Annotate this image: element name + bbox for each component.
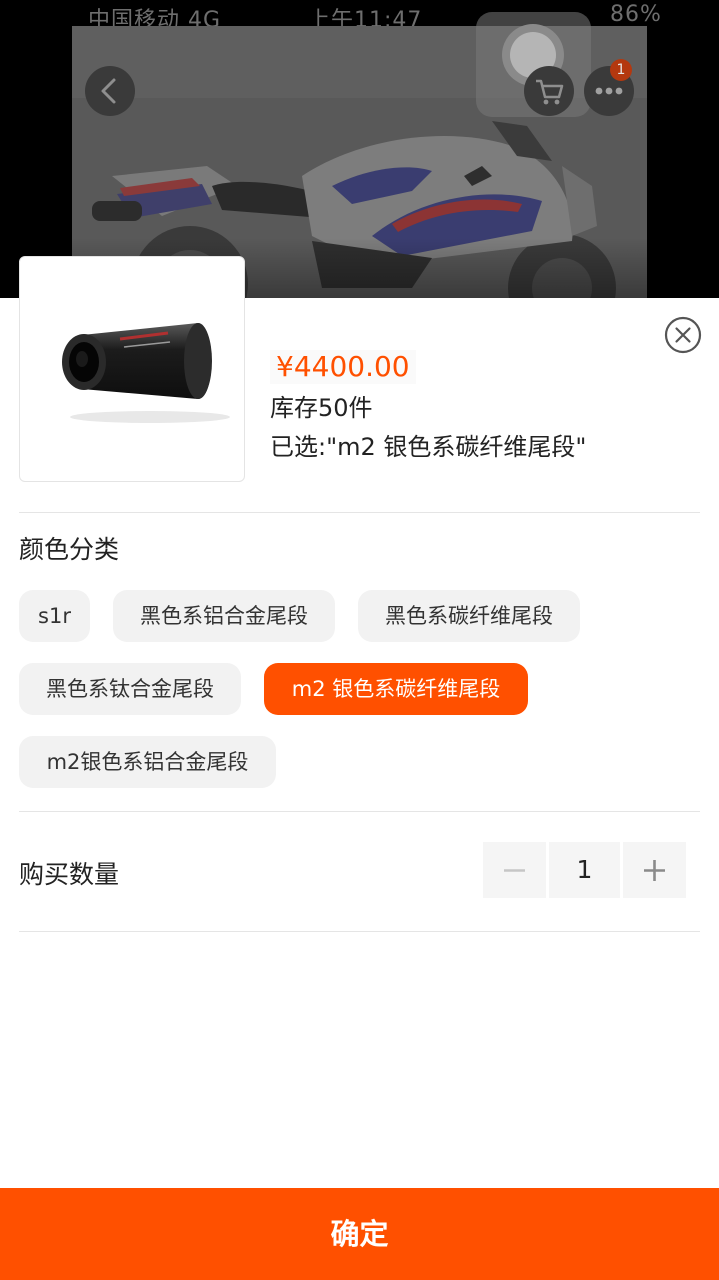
product-price: ¥4400.00 (270, 350, 416, 384)
quantity-value[interactable]: 1 (549, 842, 620, 898)
quantity-decrease-button[interactable] (483, 842, 546, 898)
selected-sku-text: 已选:"m2 银色系碳纤维尾段" (270, 433, 587, 461)
cart-icon (536, 79, 564, 105)
color-option-black-aluminum[interactable]: 黑色系铝合金尾段 (113, 590, 335, 642)
divider (19, 811, 700, 812)
close-button[interactable] (664, 316, 702, 354)
close-circle-icon (664, 316, 702, 354)
divider (19, 931, 700, 932)
cart-button[interactable] (524, 66, 574, 116)
cart-badge: 1 (610, 59, 632, 81)
color-option-black-carbon[interactable]: 黑色系碳纤维尾段 (358, 590, 580, 642)
divider (19, 512, 700, 513)
color-section-title: 颜色分类 (19, 535, 120, 564)
color-option-s1r[interactable]: s1r (19, 590, 90, 642)
color-option-black-titanium[interactable]: 黑色系钛合金尾段 (19, 663, 241, 715)
muffler-image (62, 323, 230, 423)
stock-count: 库存50件 (270, 394, 373, 422)
color-option-m2-silver-carbon[interactable]: m2 银色系碳纤维尾段 (264, 663, 528, 715)
status-bar: 中国移动 4G 上午11:47 86% (0, 0, 719, 33)
minus-icon (504, 869, 525, 872)
chevron-left-icon (101, 78, 116, 104)
quantity-increase-button[interactable] (623, 842, 686, 898)
confirm-button[interactable]: 确定 (0, 1188, 719, 1280)
product-thumbnail (19, 256, 245, 482)
plus-icon (644, 860, 665, 881)
back-button[interactable] (85, 66, 135, 116)
quantity-label: 购买数量 (19, 860, 120, 889)
background-product-page: 中国移动 4G 上午11:47 86% 1 (0, 0, 719, 298)
color-option-m2-silver-aluminum[interactable]: m2银色系铝合金尾段 (19, 736, 276, 788)
status-battery: 86% (610, 2, 662, 27)
